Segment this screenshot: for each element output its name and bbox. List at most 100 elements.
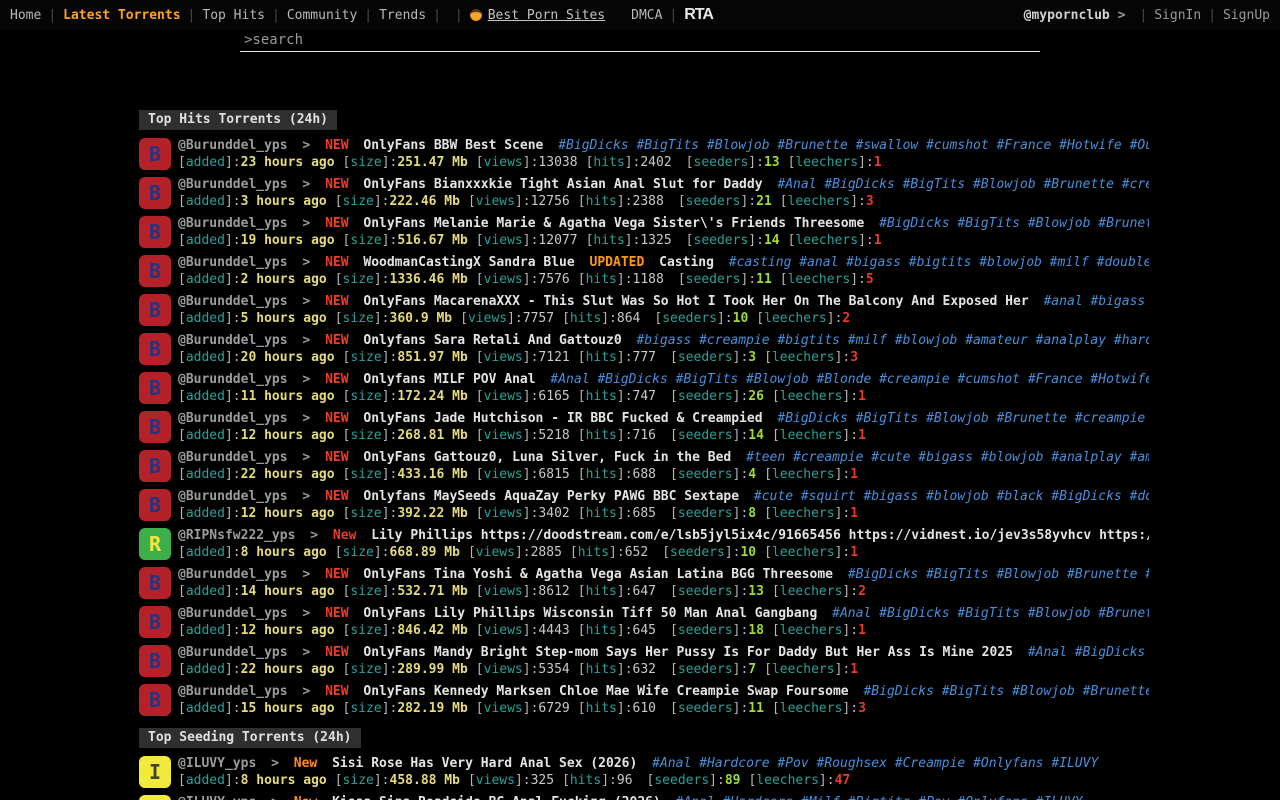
torrent-title[interactable]: OnlyFans Melanie Marie & Agatha Vega Sis… xyxy=(363,216,864,231)
signin-link[interactable]: SignIn xyxy=(1154,8,1201,23)
stat-value-views: 6815 xyxy=(538,467,569,482)
uploader-username[interactable]: @Burunddel_yps xyxy=(178,411,288,426)
torrent-row: B @Burunddel_yps > NEW OnlyFans Lily Phi… xyxy=(139,605,1149,644)
uploader-username[interactable]: @Burunddel_yps xyxy=(178,333,288,348)
torrent-title[interactable]: OnlyFans MacarenaXXX - This Slut Was So … xyxy=(363,294,1028,309)
torrent-title[interactable]: OnlyFans BBW Best Scene xyxy=(363,138,543,153)
torrent-title[interactable]: OnlyFans Lily Phillips Wisconsin Tiff 50… xyxy=(363,606,817,621)
stat-key-size: size xyxy=(350,233,381,248)
stat-value-leechers: 2 xyxy=(858,584,866,599)
stat-key-seeders: seeders xyxy=(678,428,733,443)
uploader-username[interactable]: @Burunddel_yps xyxy=(178,567,288,582)
uploader-username[interactable]: @Burunddel_yps xyxy=(178,372,288,387)
uploader-avatar[interactable]: I xyxy=(139,795,171,800)
uploader-avatar[interactable]: B xyxy=(139,645,171,677)
stat-views: [views]:5218 xyxy=(476,428,570,443)
uploader-avatar[interactable]: B xyxy=(139,294,171,326)
uploader-avatar[interactable]: B xyxy=(139,411,171,443)
uploader-avatar[interactable]: I xyxy=(139,756,171,788)
torrent-title[interactable]: Onlyfans MaySeeds AquaZay Perky PAWG BBC… xyxy=(363,489,739,504)
hashtag-links[interactable]: #BigDicks #BigTits #Blowjob #Brunette #s… xyxy=(848,567,1149,582)
uploader-avatar[interactable]: B xyxy=(139,372,171,404)
stat-value-seeders: 4 xyxy=(748,467,756,482)
nav-top-hits[interactable]: Top Hits xyxy=(202,8,265,23)
stat-key-size: size xyxy=(350,428,381,443)
hashtag-links[interactable]: #cute #squirt #bigass #blowjob #black #B… xyxy=(754,489,1149,504)
uploader-avatar[interactable]: B xyxy=(139,489,171,521)
uploader-avatar[interactable]: B xyxy=(139,216,171,248)
torrent-title[interactable]: OnlyFans Mandy Bright Step-mom Says Her … xyxy=(363,645,1013,660)
stat-hits: [hits]:688 xyxy=(578,467,656,482)
uploader-avatar[interactable]: B xyxy=(139,684,171,716)
hashtag-links[interactable]: #BigDicks #BigTits #Blowjob #Brunette #c… xyxy=(777,411,1149,426)
uploader-avatar[interactable]: B xyxy=(139,333,171,365)
uploader-username[interactable]: @ILUVY_yps xyxy=(178,795,256,800)
arrow-separator: > xyxy=(271,795,279,800)
uploader-username[interactable]: @Burunddel_yps xyxy=(178,255,288,270)
hashtag-links[interactable]: #bigass #creampie #bigtits #milf #blowjo… xyxy=(636,333,1149,348)
uploader-username[interactable]: @Burunddel_yps xyxy=(178,294,288,309)
uploader-avatar[interactable]: B xyxy=(139,606,171,638)
stat-key-hits: hits xyxy=(586,194,617,209)
hashtag-links[interactable]: #BigDicks #BigTits #Blowjob #Brunette #s… xyxy=(879,216,1149,231)
nav-home[interactable]: Home xyxy=(10,8,41,23)
hashtag-links[interactable]: #BigDicks #BigTits #Blowjob #Brunette #s… xyxy=(558,138,1149,153)
torrent-title[interactable]: OnlyFans Gattouz0, Luna Silver, Fuck in … xyxy=(363,450,731,465)
stat-key-size: size xyxy=(343,545,374,560)
uploader-username[interactable]: @Burunddel_yps xyxy=(178,684,288,699)
stat-value-hits: 645 xyxy=(633,623,656,638)
hashtag-links[interactable]: #Anal #BigDicks #BigTits #Blowjob #Brune… xyxy=(777,177,1149,192)
hashtag-links[interactable]: #casting #anal #bigass #bigtits #blowjob… xyxy=(729,255,1149,270)
torrent-title[interactable]: Lily Phillips https://doodstream.com/e/l… xyxy=(371,528,1149,543)
uploader-avatar[interactable]: B xyxy=(139,450,171,482)
new-badge: NEW xyxy=(325,138,348,153)
dmca-link[interactable]: DMCA xyxy=(631,8,662,23)
uploader-username[interactable]: @RIPNsfw222_yps xyxy=(178,528,295,543)
torrent-title[interactable]: Onlyfans MILF POV Anal xyxy=(363,372,535,387)
hashtag-links[interactable]: #Anal #Hardcore #Pov #Roughsex #Creampie… xyxy=(652,756,1098,771)
hashtag-links[interactable]: #Anal #BigDicks #BigTits #Blowjob #Blond… xyxy=(550,372,1149,387)
stat-value-hits: 685 xyxy=(633,506,656,521)
torrent-title[interactable]: OnlyFans Kennedy Marksen Chloe Mae Wife … xyxy=(363,684,848,699)
uploader-avatar[interactable]: R xyxy=(139,528,171,560)
uploader-username[interactable]: @Burunddel_yps xyxy=(178,216,288,231)
stat-key-size: size xyxy=(350,155,381,170)
torrent-title-continued[interactable]: Casting xyxy=(659,255,714,270)
uploader-username[interactable]: @Burunddel_yps xyxy=(178,645,288,660)
nav-trends[interactable]: Trends xyxy=(379,8,426,23)
uploader-avatar[interactable]: B xyxy=(139,567,171,599)
account-link[interactable]: @mypornclub > xyxy=(1024,8,1133,23)
hashtag-links[interactable]: #Anal #Hardcore #Milf #Bigtits #Pov #Onl… xyxy=(676,795,1083,800)
search-input[interactable] xyxy=(240,30,1040,52)
uploader-username[interactable]: @Burunddel_yps xyxy=(178,606,288,621)
torrent-title[interactable]: OnlyFans Tina Yoshi & Agatha Vega Asian … xyxy=(363,567,833,582)
hashtag-links[interactable]: #Anal #BigDicks #BigTits … xyxy=(1028,645,1149,660)
uploader-username[interactable]: @Burunddel_yps xyxy=(178,489,288,504)
torrent-title[interactable]: Sisi Rose Has Very Hard Anal Sex (2026) xyxy=(332,756,637,771)
stat-hits: [hits]:647 xyxy=(578,584,656,599)
signup-link[interactable]: SignUp xyxy=(1223,8,1270,23)
torrent-row-text: @Burunddel_yps > NEW OnlyFans Jade Hutch… xyxy=(178,410,1149,449)
torrent-row: B @Burunddel_yps > NEW OnlyFans Mandy Br… xyxy=(139,644,1149,683)
uploader-username[interactable]: @Burunddel_yps xyxy=(178,177,288,192)
torrent-title[interactable]: WoodmanCastingX Sandra Blue xyxy=(363,255,574,270)
uploader-username[interactable]: @ILUVY_yps xyxy=(178,756,256,771)
uploader-avatar[interactable]: B xyxy=(139,255,171,287)
best-porn-sites-link[interactable]: Best Porn Sites xyxy=(470,8,605,23)
torrent-title[interactable]: Kissa Sins Roadside BG Anal Fucking (202… xyxy=(332,795,661,800)
hashtag-links[interactable]: #BigDicks #BigTits #Blowjob #Brunette #s… xyxy=(863,684,1149,699)
uploader-username[interactable]: @Burunddel_yps xyxy=(178,138,288,153)
hashtag-links[interactable]: #Anal #BigDicks #BigTits #Blowjob #Brune… xyxy=(832,606,1149,621)
torrent-title[interactable]: Onlyfans Sara Retali And Gattouz0 xyxy=(363,333,621,348)
stat-size: [size]:268.81 Mb xyxy=(343,428,468,443)
stat-key-hits: hits xyxy=(586,467,617,482)
hashtag-links[interactable]: #teen #creampie #cute #bigass #blowjob #… xyxy=(746,450,1149,465)
torrent-title[interactable]: OnlyFans Jade Hutchison - IR BBC Fucked … xyxy=(363,411,762,426)
nav-latest-torrents[interactable]: Latest Torrents xyxy=(63,8,180,23)
nav-community[interactable]: Community xyxy=(287,8,357,23)
uploader-username[interactable]: @Burunddel_yps xyxy=(178,450,288,465)
uploader-avatar[interactable]: B xyxy=(139,177,171,209)
torrent-title[interactable]: OnlyFans Bianxxxkie Tight Asian Anal Slu… xyxy=(363,177,762,192)
hashtag-links[interactable]: #anal #bigass #interrac… xyxy=(1043,294,1149,309)
uploader-avatar[interactable]: B xyxy=(139,138,171,170)
